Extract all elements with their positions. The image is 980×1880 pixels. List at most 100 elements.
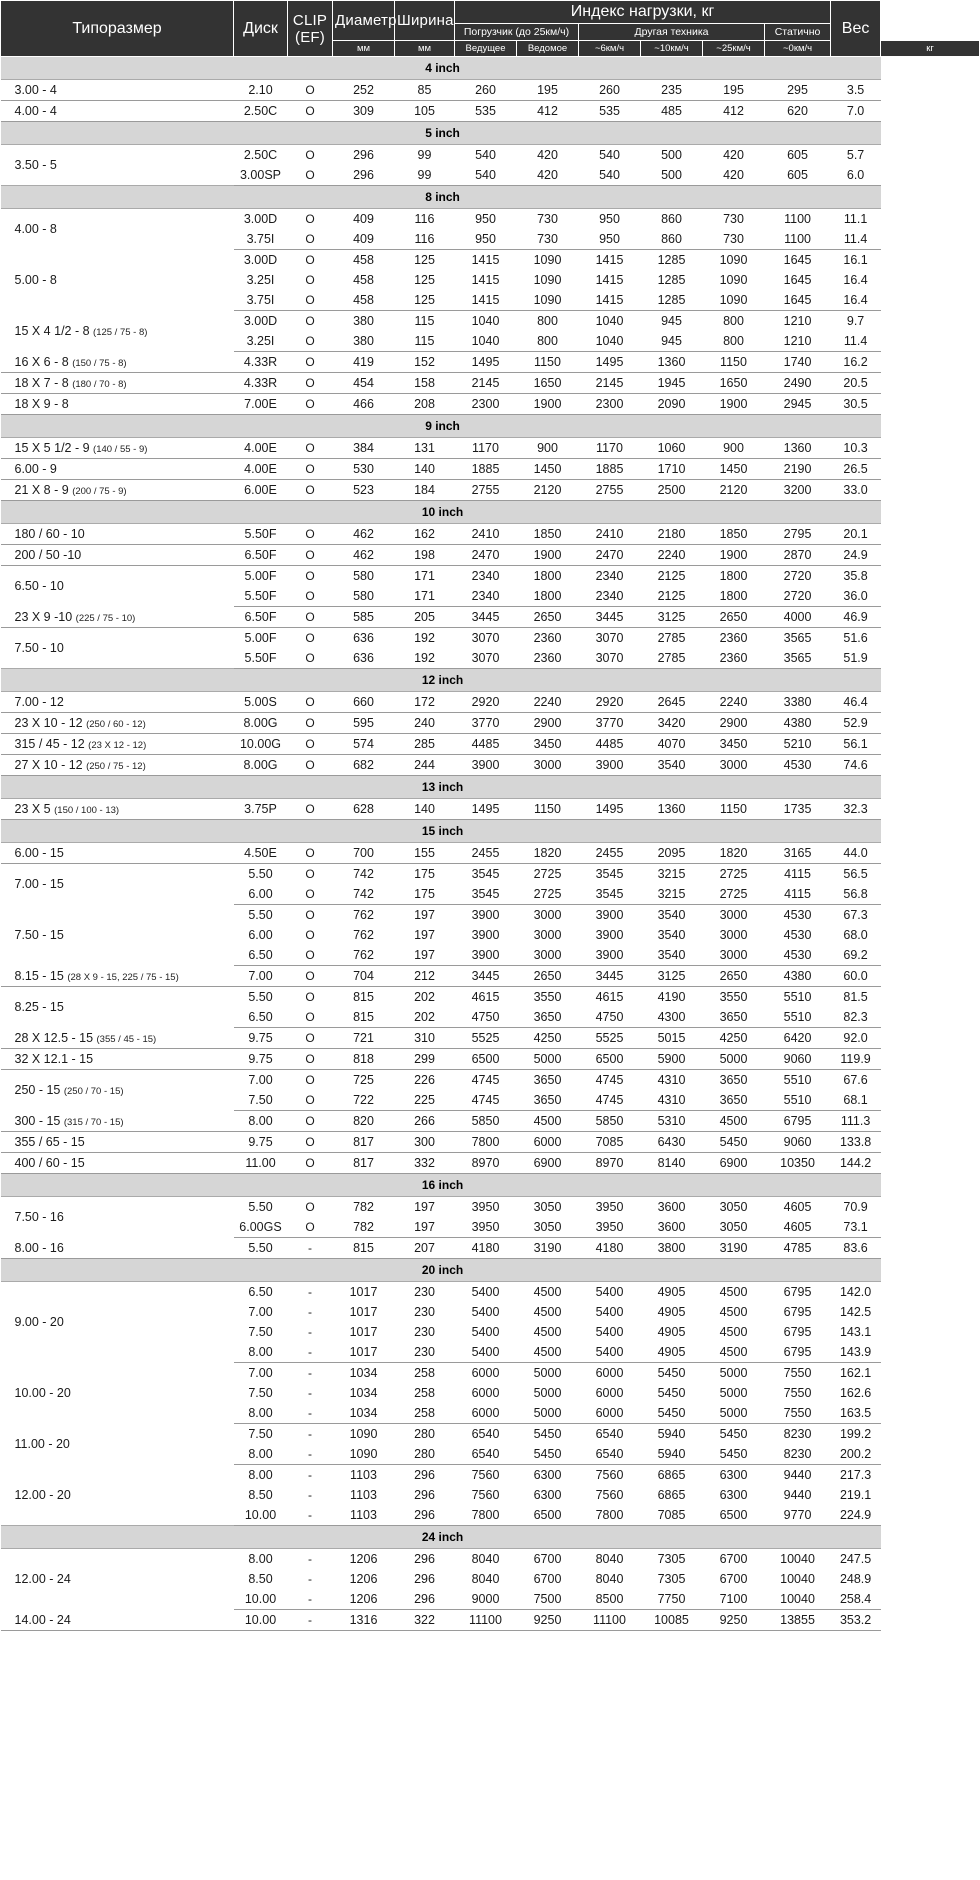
cell-diameter: 1017 (332, 1322, 395, 1342)
table-row[interactable]: 4.00 - 4 2.50C O 309 105 535 412 535 485 412 620 7… (0, 100, 980, 122)
cell-static: 5210 (764, 733, 831, 755)
cell-disk: 11.00 (233, 1152, 288, 1174)
table-row[interactable]: 15 X 5 1/2 - 9 (140 / 55 - 9) 4.00E O 384 13… (0, 437, 980, 459)
table-row[interactable]: 5.00 - 8 3.00D O 458 125 1415 1090 1415 1285 109… (0, 249, 980, 311)
cell-clip: - (287, 1403, 333, 1424)
table-row[interactable]: 7.50 - 10 5.00F O 636 192 3070 2360 3070 2785 23… (0, 627, 980, 669)
cell-speed-10kmh: 1285 (640, 290, 703, 311)
cell-tire-size: 18 X 9 - 8 (0, 393, 234, 415)
unit-header-width-mm: мм (394, 40, 455, 57)
table-row[interactable]: 23 X 5 (150 / 100 - 13) 3.75P O 628 140 1495 1… (0, 798, 980, 820)
table-row[interactable]: 23 X 10 - 12 (250 / 60 - 12) 8.00G O 595 240… (0, 712, 980, 734)
table-row[interactable]: 7.00 - 12 5.00S O 660 172 2920 2240 2920 2645 22… (0, 691, 980, 713)
cell-diameter: 458 (332, 249, 395, 270)
cell-speed-6kmh: 5400 (578, 1302, 641, 1322)
cell-speed-6kmh: 2340 (578, 565, 641, 586)
cell-load-drive: 5400 (454, 1281, 517, 1302)
cell-load-driven: 800 (516, 331, 579, 352)
cell-width: 230 (394, 1342, 455, 1363)
table-row[interactable]: 8.25 - 15 5.50 O 815 202 4615 3550 4615 4190 355… (0, 986, 980, 1028)
cell-speed-6kmh: 6000 (578, 1403, 641, 1424)
cell-weight: 30.5 (830, 393, 881, 415)
cell-load-drive: 3900 (454, 925, 517, 945)
cell-speed-6kmh: 260 (578, 79, 641, 101)
table-row[interactable]: 12.00 - 24 8.00-1206 296 8040 6700 8040 7305 6… (0, 1548, 980, 1610)
table-row[interactable]: 18 X 9 - 8 7.00E O 466 208 2300 1900 2300 2090 1… (0, 393, 980, 415)
cell-disk: 4.50E (233, 842, 288, 864)
cell-disk: 5.50 (233, 1196, 288, 1217)
table-row[interactable]: 23 X 9 -10 (225 / 75 - 10) 6.50F O 585 205 34… (0, 606, 980, 628)
cell-clip: O (287, 249, 333, 270)
cell-speed-6kmh: 8040 (578, 1548, 641, 1569)
cell-speed-25kmh: 4500 (702, 1110, 765, 1132)
cell-speed-10kmh: 4905 (640, 1281, 703, 1302)
table-row[interactable]: 10.00 - 20 7.00-1034 258 6000 5000 6000 5450 5… (0, 1362, 980, 1424)
table-row[interactable]: 4.00 - 8 3.00D O 409 116 950 730 950 860 730 1100… (0, 208, 980, 250)
table-row[interactable]: 180 / 60 - 10 5.50F O 462 162 2410 1850 2410 21… (0, 523, 980, 545)
table-row[interactable]: 200 / 50 -10 6.50F O 462 198 2470 1900 2470 224… (0, 544, 980, 566)
cell-speed-6kmh: 2145 (578, 372, 641, 394)
table-row[interactable]: 32 X 12.1 - 15 9.75 O 818 299 6500 5000 6500 59… (0, 1048, 980, 1070)
cell-speed-10kmh: 500 (640, 165, 703, 186)
cell-clip: - (287, 1281, 333, 1302)
cell-load-drive: 3900 (454, 904, 517, 925)
cell-static: 4785 (764, 1237, 831, 1259)
cell-width: 197 (394, 925, 455, 945)
table-row[interactable]: 16 X 6 - 8 (150 / 75 - 8) 4.33R O 419 152 149… (0, 351, 980, 373)
table-row[interactable]: 400 / 60 - 15 11.00 O 817 332 8970 6900 8970 81… (0, 1152, 980, 1174)
cell-diameter: 722 (332, 1090, 395, 1111)
cell-clip: O (287, 1069, 333, 1090)
cell-speed-6kmh: 4750 (578, 1007, 641, 1028)
cell-speed-6kmh: 7085 (578, 1131, 641, 1153)
table-row[interactable]: 3.50 - 5 2.50C O 296 99 540 420 540 500 420 605 5.… (0, 144, 980, 186)
table-row[interactable]: 14.00 - 24 10.00-1316 322 11100 9250 11100 10… (0, 1609, 980, 1631)
cell-static: 7550 (764, 1383, 831, 1403)
table-row[interactable]: 6.00 - 15 4.50E O 700 155 2455 1820 2455 2095 18… (0, 842, 980, 864)
table-row[interactable]: 28 X 12.5 - 15 (355 / 45 - 15) 9.75 O 721 31… (0, 1027, 980, 1049)
cell-tire-size: 7.00 - 15 (0, 863, 234, 905)
cell-diameter: 782 (332, 1196, 395, 1217)
cell-static: 10350 (764, 1152, 831, 1174)
table-row[interactable]: 12.00 - 20 8.00-1103 296 7560 6300 7560 6865 6… (0, 1464, 980, 1526)
cell-diameter: 454 (332, 372, 395, 394)
cell-weight: 144.2 (830, 1152, 881, 1174)
table-row[interactable]: 15 X 4 1/2 - 8 (125 / 75 - 8) 3.00D O 380 11… (0, 310, 980, 352)
cell-disk: 8.00 (233, 1342, 288, 1363)
cell-diameter: 782 (332, 1217, 395, 1238)
table-row[interactable]: 7.50 - 16 5.50 O 782 197 3950 3050 3950 3600 305… (0, 1196, 980, 1238)
table-row[interactable]: 300 - 15 (315 / 70 - 15) 8.00 O 820 266 5850 4… (0, 1110, 980, 1132)
table-row[interactable]: 7.50 - 15 5.50 O 762 197 3900 3000 3900 3540 300… (0, 904, 980, 966)
table-row[interactable]: 9.00 - 20 6.50-1017 230 5400 4500 5400 4905 45… (0, 1281, 980, 1363)
cell-weight: 56.5 (830, 863, 881, 884)
table-row[interactable]: 11.00 - 20 7.50-1090 280 6540 5450 6540 5940 5… (0, 1423, 980, 1465)
table-row[interactable]: 7.00 - 15 5.50 O 742 175 3545 2725 3545 3215 272… (0, 863, 980, 905)
cell-tire-size: 4.00 - 8 (0, 208, 234, 250)
table-row[interactable]: 8.15 - 15 (28 X 9 - 15, 225 / 75 - 15) 7.… (0, 965, 980, 987)
subheader-25kmh: ~25км/ч (702, 40, 765, 57)
cell-weight: 248.9 (830, 1569, 881, 1589)
cell-clip: O (287, 165, 333, 186)
table-row[interactable]: 27 X 10 - 12 (250 / 75 - 12) 8.00G O 682 244… (0, 754, 980, 776)
cell-tire-size: 4.00 - 4 (0, 100, 234, 122)
table-row[interactable]: 21 X 8 - 9 (200 / 75 - 9) 6.00E O 523 184 275… (0, 479, 980, 501)
cell-weight: 92.0 (830, 1027, 881, 1049)
table-row[interactable]: 6.50 - 10 5.00F O 580 171 2340 1800 2340 2125 18… (0, 565, 980, 607)
table-row[interactable]: 250 - 15 (250 / 70 - 15) 7.00 O 725 226 4745 3… (0, 1069, 980, 1111)
table-row[interactable]: 315 / 45 - 12 (23 X 12 - 12) 10.00G O 574 28… (0, 733, 980, 755)
cell-speed-25kmh: 3650 (702, 1090, 765, 1111)
cell-load-driven: 3050 (516, 1217, 579, 1238)
cell-clip: O (287, 1196, 333, 1217)
cell-weight: 16.1 (830, 249, 881, 270)
table-row[interactable]: 6.00 - 9 4.00E O 530 140 1885 1450 1885 1710 145… (0, 458, 980, 480)
table-row[interactable]: 355 / 65 - 15 9.75 O 817 300 7800 6000 7085 643… (0, 1131, 980, 1153)
cell-diameter: 380 (332, 310, 395, 331)
cell-speed-25kmh: 6700 (702, 1569, 765, 1589)
cell-width: 152 (394, 351, 455, 373)
cell-load-driven: 5000 (516, 1403, 579, 1424)
cell-weight: 70.9 (830, 1196, 881, 1217)
table-row[interactable]: 8.00 - 16 5.50-815 207 4180 3190 4180 3800 319… (0, 1237, 980, 1259)
table-row[interactable]: 3.00 - 4 2.10 O 252 85 260 195 260 235 195 295 3.5 (0, 79, 980, 101)
column-header-size: Типоразмер (0, 0, 234, 57)
cell-width: 175 (394, 863, 455, 884)
table-row[interactable]: 18 X 7 - 8 (180 / 70 - 8) 4.33R O 454 158 214… (0, 372, 980, 394)
